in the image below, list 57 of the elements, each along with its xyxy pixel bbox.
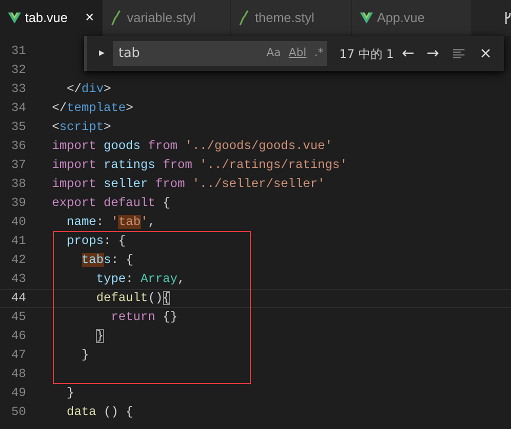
lines-icon[interactable]	[453, 48, 466, 60]
line-number: 47	[10, 347, 26, 364]
file-tab[interactable]: tab.vue ×	[0, 0, 102, 36]
file-tab[interactable]: variable.styl	[103, 0, 230, 36]
file-tab[interactable]: theme.styl	[231, 0, 351, 36]
line-number: 36	[10, 138, 26, 155]
line-number: 41	[10, 233, 26, 250]
line-number: 46	[10, 328, 26, 345]
line-number: 31	[10, 43, 26, 60]
code-line: default(){	[95, 290, 170, 307]
line-number: 48	[10, 366, 26, 383]
branch-icon[interactable]	[503, 10, 511, 26]
code-line: <script>	[52, 119, 112, 136]
code-line: import ratings from '../ratings/ratings'	[52, 157, 348, 174]
squiggle-icon	[111, 10, 121, 26]
line-number: 50	[10, 404, 26, 421]
line-number: 34	[10, 100, 26, 117]
line-number: 45	[10, 309, 26, 326]
v-logo-icon	[360, 12, 373, 24]
code-line: }	[95, 328, 104, 345]
code-line: type: Array,	[95, 271, 185, 288]
match-count: 17 中的 1	[339, 46, 394, 62]
code-line: }	[66, 385, 74, 402]
line-number: 44	[10, 290, 26, 307]
line-number: 39	[10, 195, 26, 212]
line-number: 32	[10, 62, 26, 79]
line-number: 38	[10, 176, 26, 193]
next-match-button[interactable]: →	[422, 42, 444, 65]
line-number: 42	[10, 252, 26, 269]
code-line: name: 'tab',	[66, 214, 156, 231]
file-tab[interactable]: App.vue	[352, 0, 471, 36]
line-number: 33	[10, 81, 26, 98]
squiggle-icon	[239, 10, 249, 26]
line-number: 35	[10, 119, 26, 136]
find-field[interactable]: tab Aa Abl .*	[112, 41, 328, 66]
code-line: export default {	[52, 195, 170, 212]
code-line: }	[80, 347, 89, 364]
close-button[interactable]: ×	[475, 42, 496, 65]
code-line: import seller from '../seller/seller'	[52, 176, 326, 193]
line-number: 40	[10, 214, 26, 231]
code-line: </template>	[52, 100, 134, 117]
close-icon[interactable]: ×	[85, 6, 94, 30]
line-number: 49	[10, 385, 26, 402]
code-line: import goods from '../goods/goods.vue'	[52, 138, 332, 155]
expand-toggle[interactable]: ▸	[95, 45, 109, 62]
code-line: tabs: {	[80, 252, 134, 269]
code-line: props: {	[66, 233, 126, 250]
line-number: 37	[10, 157, 26, 174]
code-line: data () {	[66, 404, 134, 421]
option-toggle[interactable]: Aa	[262, 45, 285, 62]
previous-match-button[interactable]: ←	[398, 42, 418, 65]
option-toggle[interactable]: .*	[310, 45, 328, 62]
v-logo-icon	[8, 12, 21, 24]
code-line: return {}	[110, 309, 178, 326]
code-line: </div>	[66, 81, 112, 98]
line-number: 43	[10, 271, 26, 288]
option-toggle[interactable]: Abl	[284, 45, 310, 62]
